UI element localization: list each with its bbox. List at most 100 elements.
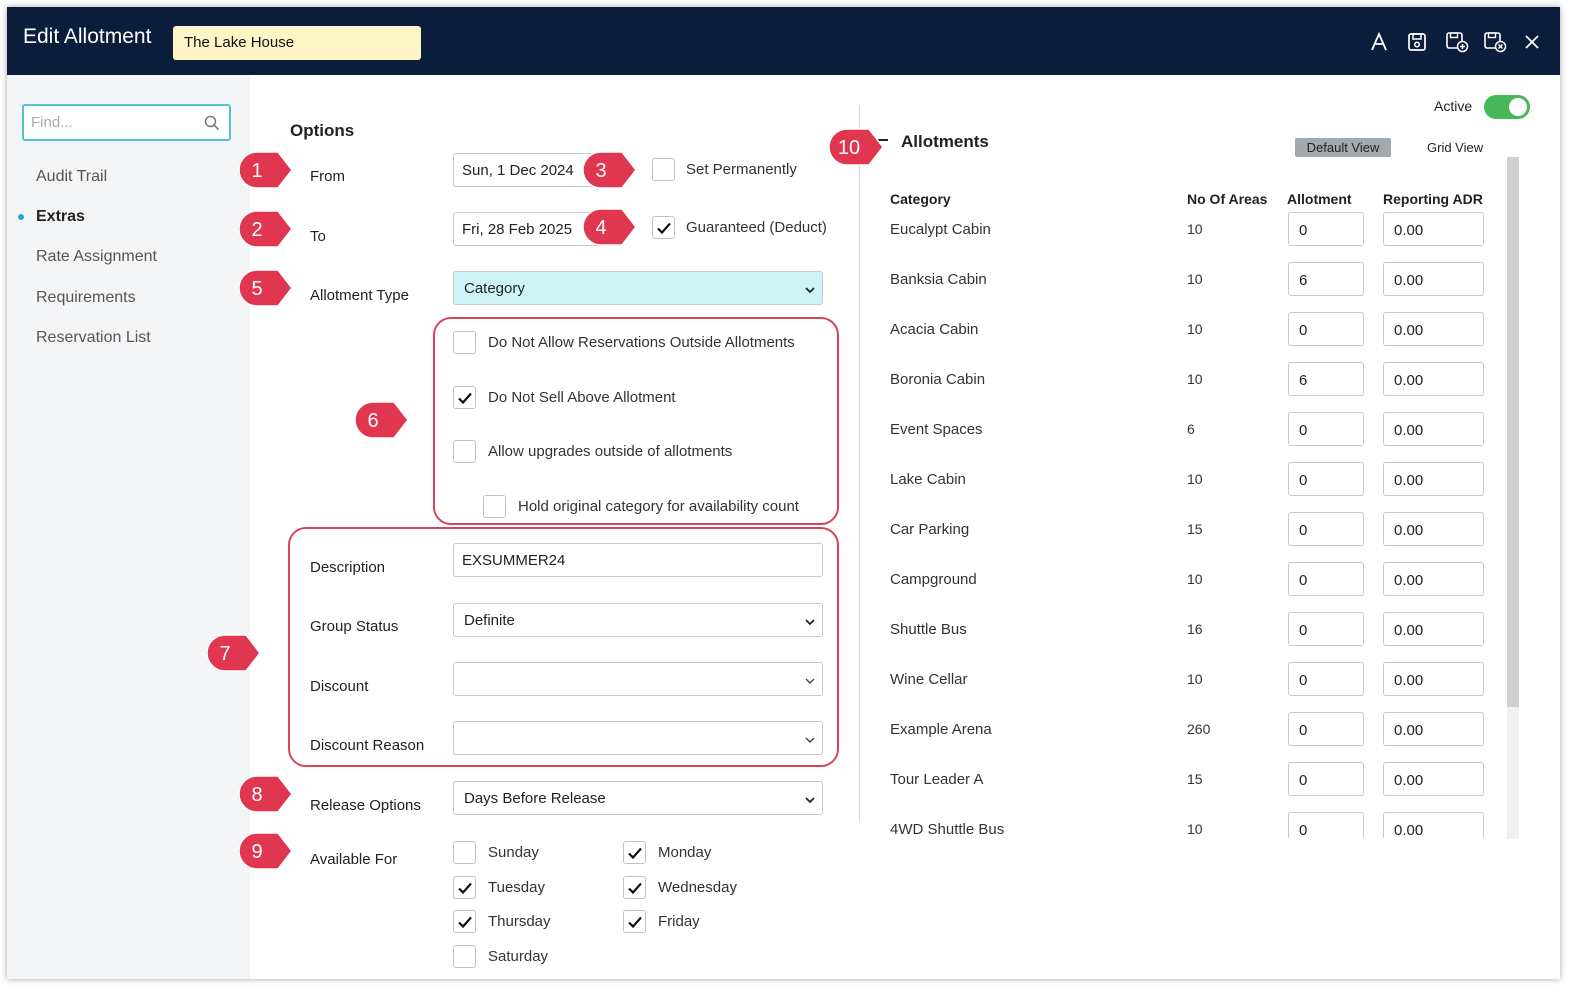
tuesday-label: Tuesday [488, 879, 545, 896]
reporting-adr-input[interactable]: 0.00 [1383, 662, 1484, 696]
reporting-adr-input[interactable]: 0.00 [1383, 812, 1484, 838]
table-row: Wine Cellar 10 0 0.00 [875, 662, 1495, 696]
save-add-icon[interactable] [1444, 29, 1470, 55]
discount-reason-label: Discount Reason [310, 737, 425, 754]
check-icon [458, 392, 472, 405]
no-of-areas-cell: 16 [1187, 621, 1203, 637]
chevron-down-icon [804, 283, 816, 300]
description-label: Description [310, 559, 386, 576]
property-name-field[interactable]: The Lake House [173, 26, 421, 60]
category-cell: Tour Leader A [890, 771, 984, 788]
allotment-input[interactable]: 0 [1288, 312, 1364, 346]
friday-checkbox[interactable] [623, 910, 646, 933]
grid-scroll-thumb[interactable] [1507, 157, 1519, 707]
saturday-checkbox[interactable] [453, 945, 476, 968]
default-view-button[interactable]: Default View [1295, 138, 1391, 157]
monday-checkbox[interactable] [623, 841, 646, 864]
no-of-areas-cell: 10 [1187, 821, 1203, 837]
font-icon[interactable] [1366, 29, 1392, 55]
reporting-adr-input[interactable]: 0.00 [1383, 512, 1484, 546]
annotation-badge-3: 3 [582, 151, 637, 189]
reporting-adr-input[interactable]: 0.00 [1383, 362, 1484, 396]
reporting-adr-input[interactable]: 0.00 [1383, 762, 1484, 796]
wednesday-checkbox[interactable] [623, 876, 646, 899]
no-sell-above-checkbox[interactable] [453, 386, 476, 409]
no-outside-reservations-checkbox[interactable] [453, 331, 476, 354]
sidebar-item-rate-assignment[interactable]: Rate Assignment [36, 248, 157, 266]
badge-number: 6 [367, 410, 378, 432]
table-row: Lake Cabin 10 0 0.00 [875, 462, 1495, 496]
no-of-areas-cell: 6 [1187, 421, 1195, 437]
grid-view-button[interactable]: Grid View [1427, 140, 1483, 155]
allow-upgrades-checkbox[interactable] [453, 440, 476, 463]
sidebar-item-reservation-list[interactable]: Reservation List [36, 329, 151, 347]
search-input[interactable] [29, 106, 199, 138]
reporting-adr-input[interactable]: 0.00 [1383, 412, 1484, 446]
category-cell: Wine Cellar [890, 671, 968, 688]
allotment-type-select[interactable]: Category [453, 271, 823, 305]
close-icon[interactable] [1519, 29, 1545, 55]
release-options-select[interactable]: Days Before Release [453, 781, 823, 815]
allotment-input[interactable]: 0 [1288, 512, 1364, 546]
hold-category-checkbox[interactable] [483, 495, 506, 518]
discount-reason-select[interactable] [453, 721, 823, 755]
reporting-adr-input[interactable]: 0.00 [1383, 262, 1484, 296]
set-permanently-checkbox[interactable] [652, 158, 675, 181]
table-row: Acacia Cabin 10 0 0.00 [875, 312, 1495, 346]
table-row: Eucalypt Cabin 10 0 0.00 [875, 212, 1495, 246]
saturday-label: Saturday [488, 948, 549, 965]
chevron-down-icon [804, 674, 816, 691]
chevron-down-icon [804, 615, 816, 632]
save-icon[interactable] [1404, 29, 1430, 55]
reporting-adr-input[interactable]: 0.00 [1383, 712, 1484, 746]
allotment-input[interactable]: 0 [1288, 212, 1364, 246]
find-box[interactable] [22, 104, 231, 141]
sidebar-item-audit-trail[interactable]: Audit Trail [36, 168, 107, 186]
allotment-input[interactable]: 6 [1288, 262, 1364, 296]
search-icon[interactable] [204, 115, 220, 136]
save-close-icon[interactable] [1482, 29, 1508, 55]
reporting-adr-input[interactable]: 0.00 [1383, 312, 1484, 346]
allotment-input[interactable]: 0 [1288, 612, 1364, 646]
description-input[interactable]: EXSUMMER24 [453, 543, 823, 577]
discount-select[interactable] [453, 662, 823, 696]
reporting-adr-input[interactable]: 0.00 [1383, 562, 1484, 596]
category-cell: Acacia Cabin [890, 321, 979, 338]
category-cell: Banksia Cabin [890, 271, 987, 288]
monday-label: Monday [658, 844, 712, 861]
badge-number: 8 [251, 784, 262, 806]
sidebar-item-extras[interactable]: Extras [36, 208, 85, 226]
reporting-adr-input[interactable]: 0.00 [1383, 612, 1484, 646]
sunday-checkbox[interactable] [453, 841, 476, 864]
allotment-input[interactable]: 6 [1288, 362, 1364, 396]
annotation-badge-2: 2 [238, 210, 293, 248]
allotment-input[interactable]: 0 [1288, 462, 1364, 496]
grid-scrollbar[interactable] [1507, 157, 1519, 839]
sunday-label: Sunday [488, 844, 539, 861]
allotment-input[interactable]: 0 [1288, 812, 1364, 838]
tuesday-checkbox[interactable] [453, 876, 476, 899]
chevron-down-icon [804, 733, 816, 750]
no-of-areas-cell: 10 [1187, 371, 1203, 387]
allotment-input[interactable]: 0 [1288, 662, 1364, 696]
allotment-input[interactable]: 0 [1288, 712, 1364, 746]
badge-number: 5 [251, 278, 262, 300]
reporting-adr-input[interactable]: 0.00 [1383, 462, 1484, 496]
no-of-areas-cell: 10 [1187, 221, 1203, 237]
allotment-input[interactable]: 0 [1288, 412, 1364, 446]
group-status-select[interactable]: Definite [453, 603, 823, 637]
active-toggle[interactable] [1484, 95, 1530, 119]
guaranteed-checkbox[interactable] [652, 216, 675, 239]
thursday-checkbox[interactable] [453, 910, 476, 933]
reporting-adr-input[interactable]: 0.00 [1383, 212, 1484, 246]
allotment-input[interactable]: 0 [1288, 562, 1364, 596]
sidebar-item-requirements[interactable]: Requirements [36, 289, 136, 307]
badge-number: 3 [595, 160, 606, 182]
active-indicator-dot [18, 214, 24, 220]
annotation-badge-5: 5 [238, 269, 293, 307]
check-icon [628, 882, 642, 895]
set-permanently-label: Set Permanently [686, 161, 797, 178]
allotment-input[interactable]: 0 [1288, 762, 1364, 796]
wednesday-label: Wednesday [658, 879, 737, 896]
badge-number: 9 [251, 841, 262, 863]
